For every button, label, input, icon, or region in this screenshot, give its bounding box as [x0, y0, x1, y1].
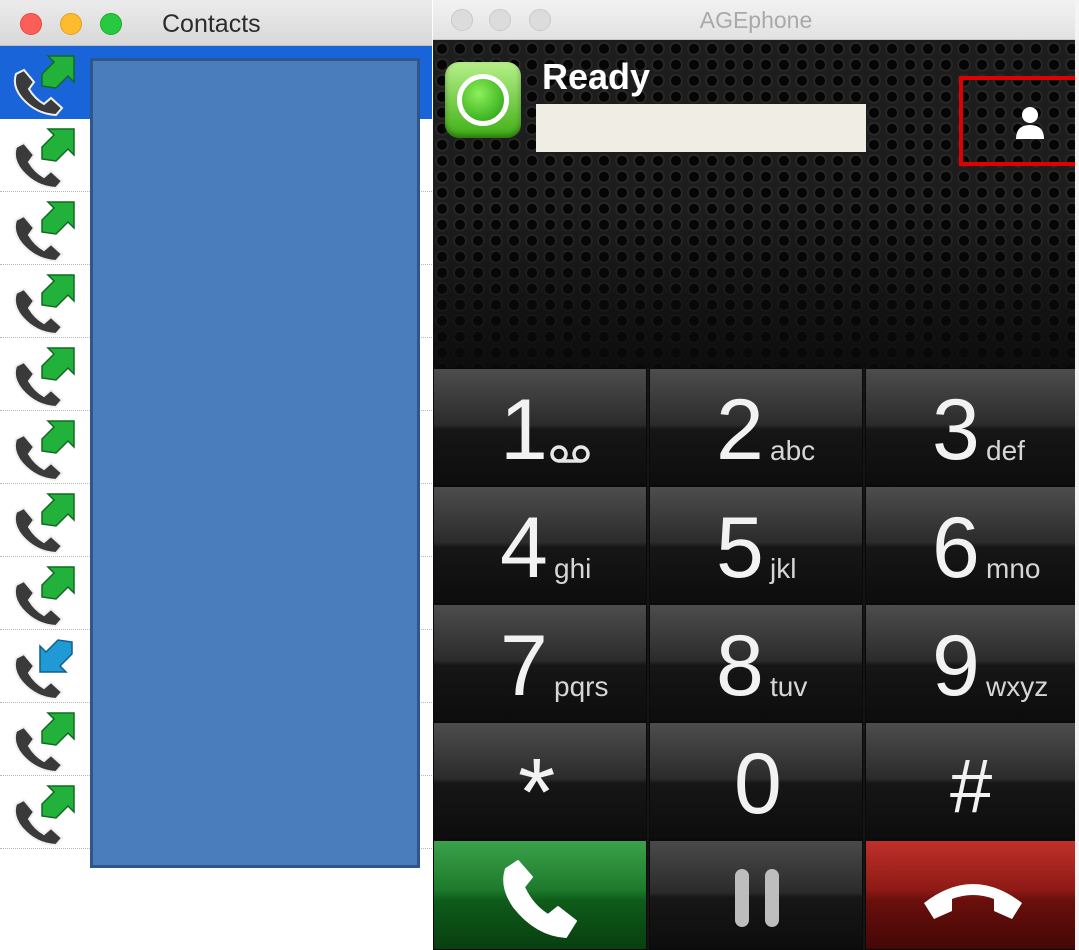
- key-digit: 6: [932, 500, 980, 596]
- contacts-window-title: Contacts: [162, 10, 261, 38]
- key-1[interactable]: 1: [433, 368, 647, 486]
- phone-icon: [503, 860, 577, 938]
- key-letters: mno: [986, 553, 1041, 584]
- key-8[interactable]: 8 tuv: [649, 604, 863, 722]
- minimize-window-button[interactable]: [60, 13, 82, 35]
- agephone-window: AGEphone Ready 1 2 abc 3 def 4 ghi 5 jkl 6 mno 7 pqr…: [433, 0, 1079, 950]
- key-digit: 8: [716, 618, 764, 714]
- key-4[interactable]: 4 ghi: [433, 486, 647, 604]
- hang-up-icon: [924, 884, 1022, 919]
- key-digit: 5: [716, 500, 764, 596]
- agephone-window-title: AGEphone: [699, 7, 813, 33]
- zoom-window-button[interactable]: [100, 13, 122, 35]
- pause-icon: [735, 869, 779, 927]
- outgoing-call-icon: [13, 347, 75, 408]
- outgoing-call-icon: [13, 128, 75, 189]
- call-button[interactable]: [433, 840, 647, 950]
- contacts-toggle-button[interactable]: [959, 76, 1079, 166]
- redacted-contact-names: [90, 58, 420, 868]
- key-digit: 9: [932, 618, 980, 714]
- key-letters: jkl: [770, 553, 797, 584]
- person-icon: [1016, 107, 1044, 139]
- key-digit: 1: [500, 382, 548, 478]
- status-indicator-icon: [445, 62, 521, 138]
- key-2[interactable]: 2 abc: [649, 368, 863, 486]
- key-letters: wxyz: [986, 671, 1049, 702]
- hang-up-button[interactable]: [865, 840, 1079, 950]
- key-digit: 7: [500, 618, 548, 714]
- voicemail-icon: [550, 445, 590, 463]
- contacts-titlebar[interactable]: Contacts: [0, 0, 432, 46]
- key-6[interactable]: 6 mno: [865, 486, 1079, 604]
- key-7[interactable]: 7 pqrs: [433, 604, 647, 722]
- key-letters: abc: [770, 435, 816, 466]
- key-letters: ghi: [554, 553, 592, 584]
- key-digit: 2: [716, 382, 764, 478]
- outgoing-call-icon: [13, 55, 75, 116]
- contacts-window: Contacts: [0, 0, 432, 950]
- key-3[interactable]: 3 def: [865, 368, 1079, 486]
- background-window-edge: [1075, 0, 1079, 950]
- key-0[interactable]: 0: [649, 722, 863, 840]
- key-5[interactable]: 5 jkl: [649, 486, 863, 604]
- key-digit: #: [950, 744, 993, 829]
- outgoing-call-icon: [13, 566, 75, 627]
- key-letters: pqrs: [554, 671, 609, 702]
- outgoing-call-icon: [13, 274, 75, 335]
- key-hash[interactable]: #: [865, 722, 1079, 840]
- account-info-field: [536, 104, 866, 152]
- call-controls: [433, 840, 1079, 950]
- outgoing-call-icon: [13, 420, 75, 481]
- key-digit: 0: [734, 736, 782, 832]
- dial-keypad: 1 2 abc 3 def 4 ghi 5 jkl 6 mno 7 pqrs 8 tuv 9 wxyz * 0 #: [433, 368, 1079, 846]
- incoming-call-icon: [13, 639, 73, 700]
- key-letters: def: [986, 435, 1025, 466]
- outgoing-call-icon: [13, 493, 75, 554]
- key-digit: 3: [932, 382, 980, 478]
- status-text: Ready: [542, 56, 651, 97]
- key-star[interactable]: *: [433, 722, 647, 846]
- key-digit: 4: [500, 500, 548, 596]
- outgoing-call-icon: [13, 201, 75, 262]
- close-window-button[interactable]: [20, 13, 42, 35]
- outgoing-call-icon: [13, 785, 75, 846]
- key-digit: *: [518, 739, 556, 846]
- outgoing-call-icon: [13, 712, 75, 773]
- hold-button[interactable]: [649, 840, 863, 950]
- phone-display: Ready: [433, 40, 1079, 368]
- key-letters: tuv: [770, 671, 808, 702]
- agephone-titlebar[interactable]: AGEphone: [433, 0, 1079, 40]
- key-9[interactable]: 9 wxyz: [865, 604, 1079, 722]
